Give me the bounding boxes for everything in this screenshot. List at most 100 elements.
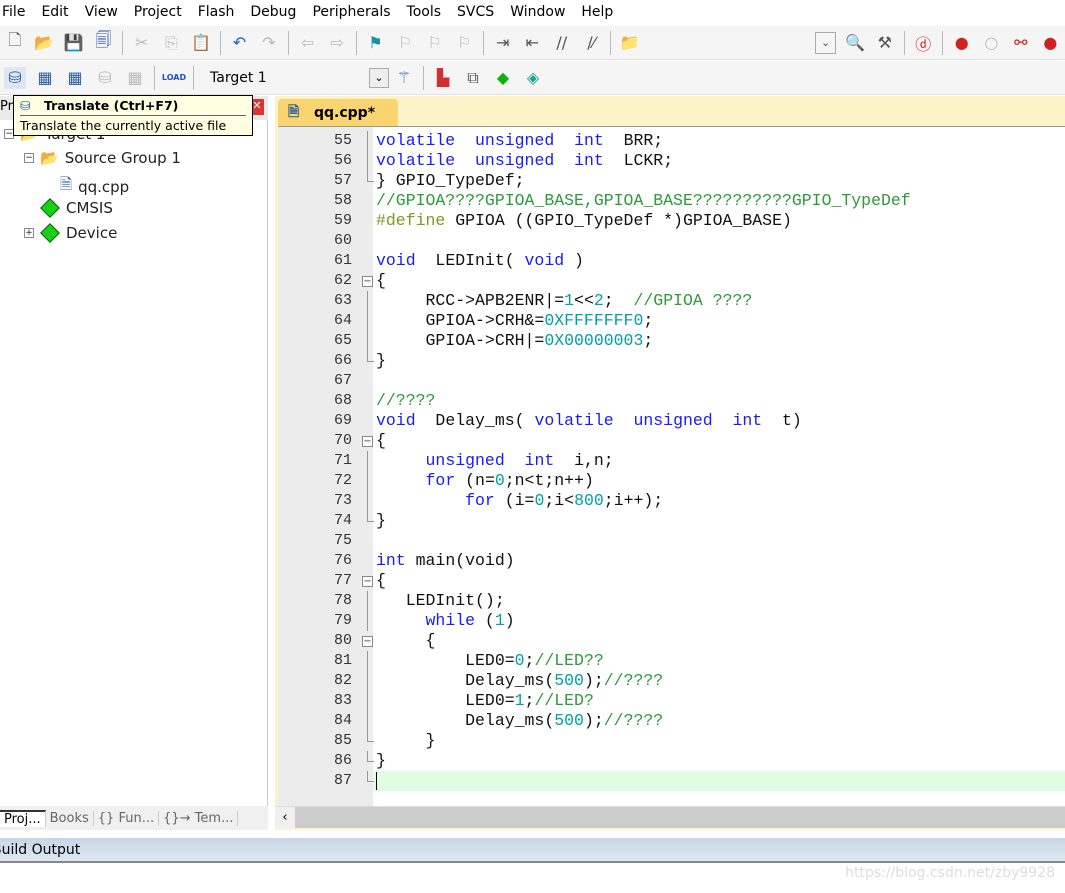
cut-icon[interactable]: ✂ — [131, 32, 153, 54]
copy-icon[interactable]: ⎘ — [161, 32, 183, 54]
code-line[interactable]: 79 while (1) — [278, 611, 1065, 631]
code-line[interactable]: 56 volatile unsigned int LCKR; — [278, 151, 1065, 171]
code-line[interactable]: 76 int main(void) — [278, 551, 1065, 571]
tree-item-source-group-1[interactable]: − 📂 Source Group 1 — [24, 149, 181, 167]
prev-bookmark-icon[interactable]: ⚐ — [394, 32, 416, 54]
fold-collapse-icon[interactable]: − — [362, 576, 373, 587]
code-line[interactable]: 77−{ — [278, 571, 1065, 591]
menu-project[interactable]: Project — [126, 4, 190, 20]
breakpoint-icon[interactable]: ● — [951, 32, 973, 54]
tab-books[interactable]: Books — [46, 810, 94, 826]
code-line[interactable]: 85 } — [278, 731, 1065, 751]
tree-item-qq-cpp[interactable]: 🗎 qq.cpp — [44, 174, 129, 199]
code-line[interactable]: 66} — [278, 351, 1065, 371]
build-icon[interactable]: ▦ — [34, 67, 56, 89]
menu-view[interactable]: View — [77, 4, 126, 20]
menu-peripherals[interactable]: Peripherals — [304, 4, 398, 20]
target-select[interactable]: Target 1 ⌄ — [204, 66, 389, 90]
tree-item-device[interactable]: + Device — [24, 223, 117, 243]
redo-icon[interactable]: ↷ — [258, 32, 280, 54]
clear-bookmarks-icon[interactable]: ⚐ — [453, 32, 475, 54]
code-line[interactable]: 80− { — [278, 631, 1065, 651]
open-folder-icon[interactable]: 📂 — [34, 32, 56, 54]
manage-run-time-environment-icon[interactable]: ◆ — [492, 67, 514, 89]
code-line[interactable]: 62−{ — [278, 271, 1065, 291]
options-for-target-icon[interactable]: ⚚ — [393, 67, 415, 89]
source-browser-icon[interactable]: ⚒ — [874, 32, 896, 54]
code-line[interactable]: 78 LEDInit(); — [278, 591, 1065, 611]
code-line[interactable]: 57} GPIO_TypeDef; — [278, 171, 1065, 191]
tab-project[interactable]: Proj... — [0, 809, 46, 827]
code-line[interactable]: 86} — [278, 751, 1065, 771]
save-all-icon[interactable]: 🗐 — [93, 30, 115, 54]
batch-build-icon[interactable]: ⛁ — [94, 67, 116, 89]
menu-debug[interactable]: Debug — [242, 4, 304, 20]
editor-tab-qq-cpp[interactable]: 🗎 qq.cpp* — [278, 99, 398, 126]
fold-collapse-icon[interactable]: − — [362, 636, 373, 647]
code-line[interactable]: 68 //???? — [278, 391, 1065, 411]
comment-icon[interactable]: // — [551, 32, 573, 54]
indent-icon[interactable]: ⇥ — [492, 32, 514, 54]
disable-breakpoint-icon[interactable]: ○ — [981, 32, 1003, 54]
fold-collapse-icon[interactable]: − — [362, 276, 373, 287]
load-icon[interactable]: LOAD — [162, 67, 186, 89]
stop-build-icon[interactable]: ▦ — [124, 67, 146, 89]
code-line[interactable]: 75 — [278, 531, 1065, 551]
uncomment-icon[interactable]: /⁄ — [580, 32, 602, 54]
code-line[interactable]: 72 for (n=0;n<t;n++) — [278, 471, 1065, 491]
navigate-forward-icon[interactable]: ⇨ — [326, 32, 348, 54]
menu-window[interactable]: Window — [502, 4, 573, 20]
menu-flash[interactable]: Flash — [190, 4, 243, 20]
collapse-icon[interactable]: − — [24, 153, 34, 163]
kill-all-breakpoints-icon[interactable]: ● — [1040, 32, 1062, 54]
translate-icon[interactable]: ⛁ — [4, 66, 26, 89]
code-line[interactable]: 55 volatile unsigned int BRR; — [278, 131, 1065, 151]
code-line[interactable]: 64 GPIOA->CRH&=0XFFFFFFF0; — [278, 311, 1065, 331]
bookmark-flag-icon[interactable]: ⚑ — [365, 32, 387, 54]
undo-icon[interactable]: ↶ — [229, 32, 251, 54]
next-bookmark-icon[interactable]: ⚐ — [424, 32, 446, 54]
incremental-find-icon[interactable]: 🔍 — [844, 32, 866, 54]
scroll-left-icon[interactable]: ‹ — [275, 807, 295, 829]
code-line[interactable]: 83 LED0=1;//LED? — [278, 691, 1065, 711]
code-line[interactable]: 74} — [278, 511, 1065, 531]
menu-help[interactable]: Help — [573, 4, 621, 20]
code-line[interactable]: 73 for (i=0;i<800;i++); — [278, 491, 1065, 511]
navigate-back-icon[interactable]: ⇦ — [297, 32, 319, 54]
menu-file[interactable]: File — [0, 4, 33, 20]
pack-installer-icon[interactable]: ◈ — [522, 67, 544, 89]
menu-edit[interactable]: Edit — [33, 4, 76, 20]
menu-tools[interactable]: Tools — [399, 4, 450, 20]
find-dropdown-icon[interactable]: ⌄ — [814, 31, 837, 54]
paste-icon[interactable]: 📋 — [190, 32, 212, 54]
code-line[interactable]: 84 Delay_ms(500);//???? — [278, 711, 1065, 731]
code-line[interactable]: 70−{ — [278, 431, 1065, 451]
manage-project-items-icon[interactable]: ▙ — [432, 67, 454, 89]
tree-item-cmsis[interactable]: CMSIS — [24, 198, 113, 218]
tab-functions[interactable]: {} Fun... — [94, 810, 160, 826]
debug-session-icon[interactable]: ⓓ — [913, 32, 935, 54]
code-line[interactable]: 65 GPIOA->CRH|=0X00000003; — [278, 331, 1065, 351]
code-line[interactable]: 87 — [278, 771, 1065, 791]
rebuild-icon[interactable]: ▦ — [64, 67, 86, 89]
code-editor[interactable]: 55 volatile unsigned int BRR; 56 volatile u… — [278, 126, 1065, 807]
code-line[interactable]: 71 unsigned int i,n; — [278, 451, 1065, 471]
code-line[interactable]: 69 void Delay_ms( volatile unsigned int t… — [278, 411, 1065, 431]
save-icon[interactable]: 💾 — [63, 32, 85, 54]
code-line[interactable]: 82 Delay_ms(500);//???? — [278, 671, 1065, 691]
menu-svcs[interactable]: SVCS — [449, 4, 502, 20]
expand-icon[interactable]: + — [24, 228, 34, 238]
select-packs-icon[interactable]: ⧉ — [462, 67, 484, 89]
disable-all-breakpoints-icon[interactable]: ⚯ — [1010, 32, 1032, 54]
tab-templates[interactable]: {}→ Tem... — [159, 810, 239, 826]
horizontal-scrollbar[interactable]: ‹ — [275, 806, 1065, 829]
chevron-down-icon[interactable]: ⌄ — [369, 67, 389, 88]
fold-collapse-icon[interactable]: − — [362, 436, 373, 447]
code-line[interactable]: 63 RCC->APB2ENR|=1<<2; //GPIOA ???? — [278, 291, 1065, 311]
code-line[interactable]: 67 — [278, 371, 1065, 391]
code-line[interactable]: 81 LED0=0;//LED?? — [278, 651, 1065, 671]
unindent-icon[interactable]: ⇤ — [521, 32, 543, 54]
code-line[interactable]: 60 — [278, 231, 1065, 251]
code-line[interactable]: 61 void LEDInit( void ) — [278, 251, 1065, 271]
code-line[interactable]: 59 #define GPIOA ((GPIO_TypeDef *)GPIOA_B… — [278, 211, 1065, 231]
